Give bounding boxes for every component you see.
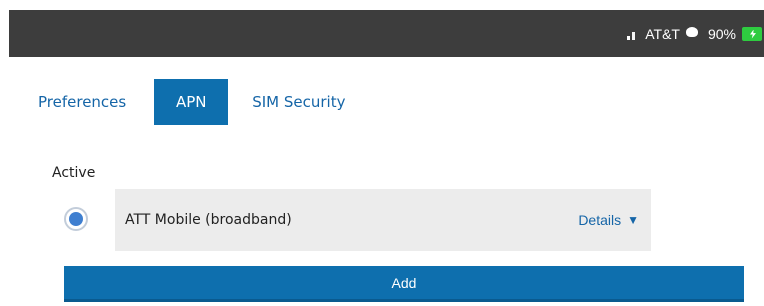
caret-down-icon: ▼ (627, 213, 639, 227)
tab-apn[interactable]: APN (154, 79, 229, 125)
lte-icon (685, 26, 702, 41)
apn-select-radio[interactable] (64, 207, 88, 231)
radio-selected-dot (69, 212, 83, 226)
apn-name: ATT Mobile (broadband) (125, 212, 292, 228)
status-bar: AT&T 90% (9, 10, 764, 57)
battery-percent: 90% (707, 25, 736, 42)
active-section-heading: Active (52, 165, 96, 181)
battery-charging-icon (742, 26, 762, 41)
tab-preferences[interactable]: Preferences (38, 79, 154, 125)
apn-row: ATT Mobile (broadband) Details ▼ (115, 189, 651, 251)
signal-icon (627, 28, 636, 40)
add-button[interactable]: Add (64, 266, 744, 302)
status-indicators: AT&T 90% (627, 10, 762, 57)
carrier-label: AT&T (645, 25, 680, 42)
details-label: Details (578, 212, 622, 228)
details-link[interactable]: Details ▼ (578, 189, 639, 251)
tab-bar: Preferences APN SIM Security (38, 79, 346, 125)
tab-sim-security[interactable]: SIM Security (252, 79, 345, 125)
